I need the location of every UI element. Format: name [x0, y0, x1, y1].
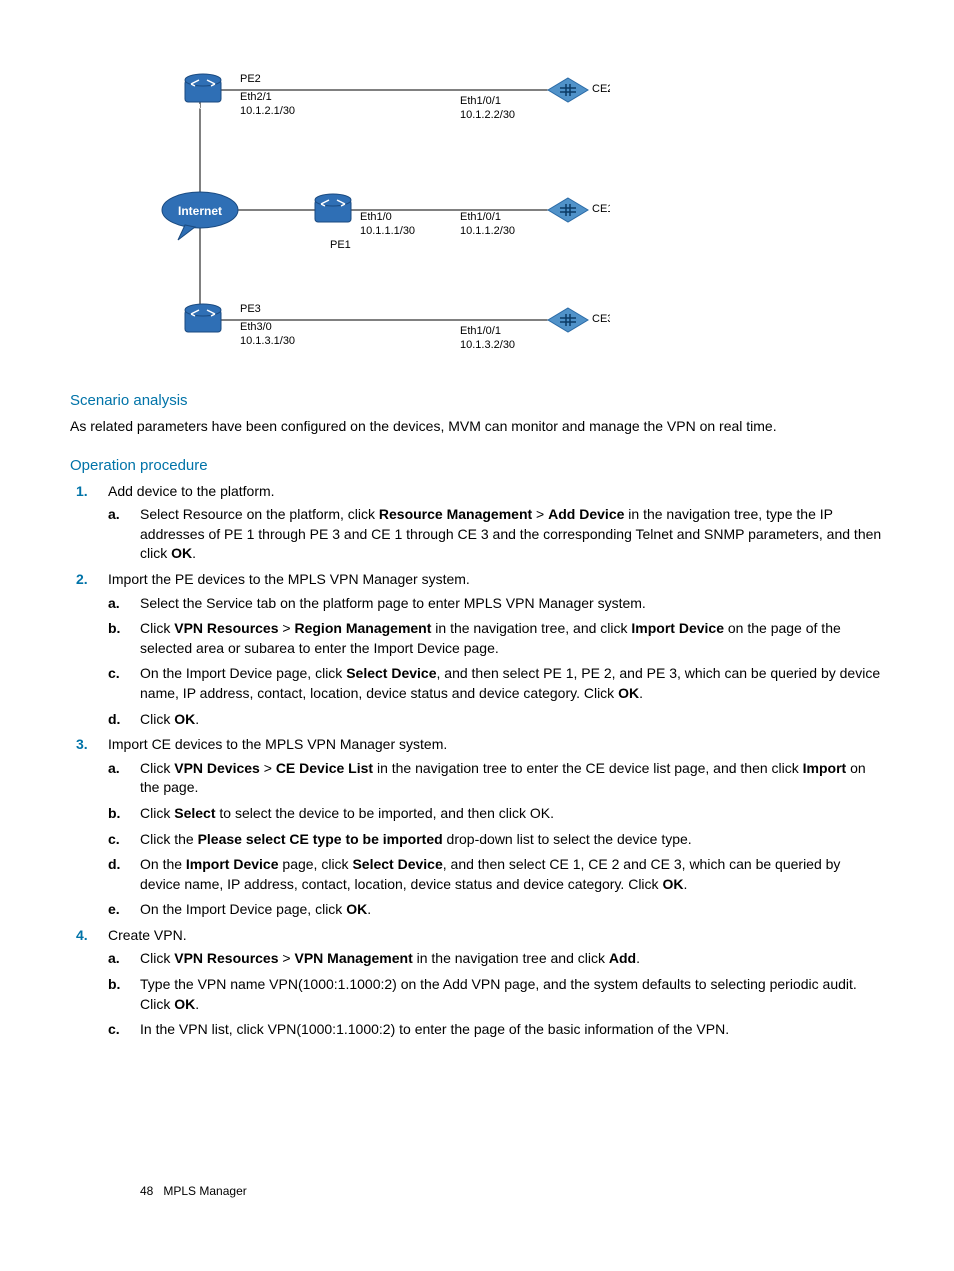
svg-text:ROUTER: ROUTER [188, 104, 218, 111]
step-1: 1. Add device to the platform. a. Select… [70, 482, 884, 564]
step-3c: c. Click the Please select CE type to be… [108, 830, 884, 850]
ce2-name: CE2 [592, 83, 610, 95]
pe1-if: Eth1/0 [360, 211, 392, 223]
step-3-text: Import CE devices to the MPLS VPN Manage… [108, 736, 447, 752]
step-2a: a.Select the Service tab on the platform… [108, 594, 884, 614]
procedure-list: 1. Add device to the platform. a. Select… [70, 482, 884, 1040]
page-number: 48 [140, 1184, 153, 1198]
pe2-if: Eth2/1 [240, 91, 272, 103]
pe1-name: PE1 [330, 239, 351, 251]
heading-scenario-analysis: Scenario analysis [70, 390, 884, 411]
pe3-name: PE3 [240, 303, 261, 315]
page-footer: 48 MPLS Manager [140, 1183, 247, 1200]
ce2-ip: 10.1.2.2/30 [460, 109, 515, 121]
ce1-ip: 10.1.1.2/30 [460, 225, 515, 237]
step-2d: d. Click OK. [108, 710, 884, 730]
step-4a: a. Click VPN Resources > VPN Management … [108, 949, 884, 969]
step-2b: b. Click VPN Resources > Region Manageme… [108, 619, 884, 658]
paragraph-analysis: As related parameters have been configur… [70, 417, 884, 437]
ce1-name: CE1 [592, 203, 610, 215]
step-4b: b. Type the VPN name VPN(1000:1.1000:2) … [108, 975, 884, 1014]
heading-operation-procedure: Operation procedure [70, 455, 884, 476]
network-diagram: Internet ROUTER PE2 Eth2/1 10.1.2.1/30 C… [130, 60, 610, 360]
ce1-if: Eth1/0/1 [460, 211, 501, 223]
ce3-name: CE3 [592, 313, 610, 325]
footer-title: MPLS Manager [163, 1184, 246, 1198]
step-1a: a. Select Resource on the platform, clic… [108, 505, 884, 564]
step-4: 4. Create VPN. a. Click VPN Resources > … [70, 926, 884, 1040]
internet-label: Internet [178, 204, 222, 218]
step-3e: e. On the Import Device page, click OK. [108, 900, 884, 920]
ce3-icon [548, 308, 588, 332]
ce2-if: Eth1/0/1 [460, 95, 501, 107]
step-2: 2. Import the PE devices to the MPLS VPN… [70, 570, 884, 729]
router-pe1-icon: ROUTER [315, 194, 351, 231]
step-2-text: Import the PE devices to the MPLS VPN Ma… [108, 571, 470, 587]
step-4-text: Create VPN. [108, 927, 187, 943]
pe3-if: Eth3/0 [240, 321, 272, 333]
pe2-name: PE2 [240, 73, 261, 85]
pe2-ip: 10.1.2.1/30 [240, 105, 295, 117]
step-3a: a. Click VPN Devices > CE Device List in… [108, 759, 884, 798]
step-3d: d. On the Import Device page, click Sele… [108, 855, 884, 894]
step-3: 3. Import CE devices to the MPLS VPN Man… [70, 735, 884, 920]
router-pe2-icon: ROUTER [185, 74, 221, 111]
step-3b: b. Click Select to select the device to … [108, 804, 884, 824]
svg-text:ROUTER: ROUTER [188, 334, 218, 341]
ce2-icon [548, 78, 588, 102]
ce3-ip: 10.1.3.2/30 [460, 339, 515, 351]
ce1-icon [548, 198, 588, 222]
step-1-text: Add device to the platform. [108, 483, 275, 499]
step-2c: c. On the Import Device page, click Sele… [108, 664, 884, 703]
ce3-if: Eth1/0/1 [460, 325, 501, 337]
pe1-ip: 10.1.1.1/30 [360, 225, 415, 237]
step-4c: c. In the VPN list, click VPN(1000:1.100… [108, 1020, 884, 1040]
svg-text:ROUTER: ROUTER [318, 224, 348, 231]
router-pe3-icon: ROUTER [185, 304, 221, 341]
pe3-ip: 10.1.3.1/30 [240, 335, 295, 347]
